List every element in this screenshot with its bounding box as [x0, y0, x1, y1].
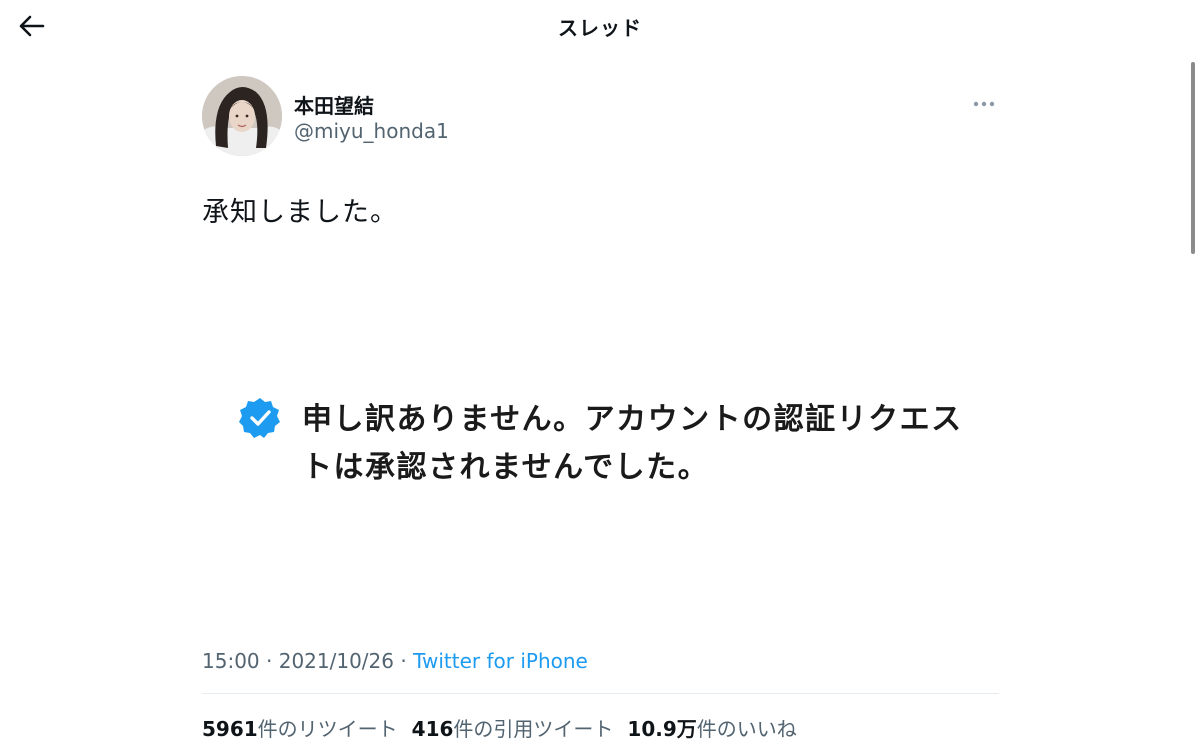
verified-badge-icon	[239, 398, 280, 438]
quote-tweets-label: 件の引用ツイート	[453, 717, 614, 741]
top-bar: スレッド	[0, 0, 1200, 52]
avatar[interactable]	[202, 76, 282, 156]
tweet-media[interactable]: 申し訳ありません。アカウントの認証リクエストは承認されませんでした。	[202, 266, 999, 626]
meta-separator: ·	[400, 649, 407, 673]
more-horizontal-icon	[973, 101, 995, 107]
avatar-image	[202, 76, 282, 156]
tweet-time[interactable]: 15:00	[202, 649, 260, 673]
retweets-count: 5961	[202, 717, 258, 741]
tweet-source-link[interactable]: Twitter for iPhone	[413, 649, 588, 673]
retweets-label: 件のリツイート	[257, 717, 398, 741]
tweet-meta: 15:00 · 2021/10/26 · Twitter for iPhone	[202, 649, 588, 673]
tweet-stats: 5961件のリツイート 416件の引用ツイート 10.9万件のいいね	[202, 713, 811, 742]
quote-tweets-stat[interactable]: 416件の引用ツイート	[412, 713, 614, 742]
tweet-date[interactable]: 2021/10/26	[279, 649, 394, 673]
retweets-stat[interactable]: 5961件のリツイート	[202, 713, 398, 742]
page-title: スレッド	[558, 16, 642, 40]
tweet-text: 承知しました。	[202, 197, 398, 228]
display-name[interactable]: 本田望結	[294, 90, 374, 119]
user-handle[interactable]: @miyu_honda1	[294, 119, 449, 143]
scrollbar[interactable]	[1191, 62, 1195, 254]
quote-tweets-count: 416	[411, 717, 454, 741]
divider	[202, 693, 999, 694]
likes-count: 10.9万	[627, 717, 697, 741]
likes-label: 件のいいね	[696, 717, 797, 741]
more-options-button[interactable]	[969, 92, 999, 116]
likes-stat[interactable]: 10.9万件のいいね	[627, 713, 796, 742]
meta-separator: ·	[266, 649, 273, 673]
media-caption: 申し訳ありません。アカウントの認証リクエストは承認されませんでした。	[302, 402, 963, 485]
